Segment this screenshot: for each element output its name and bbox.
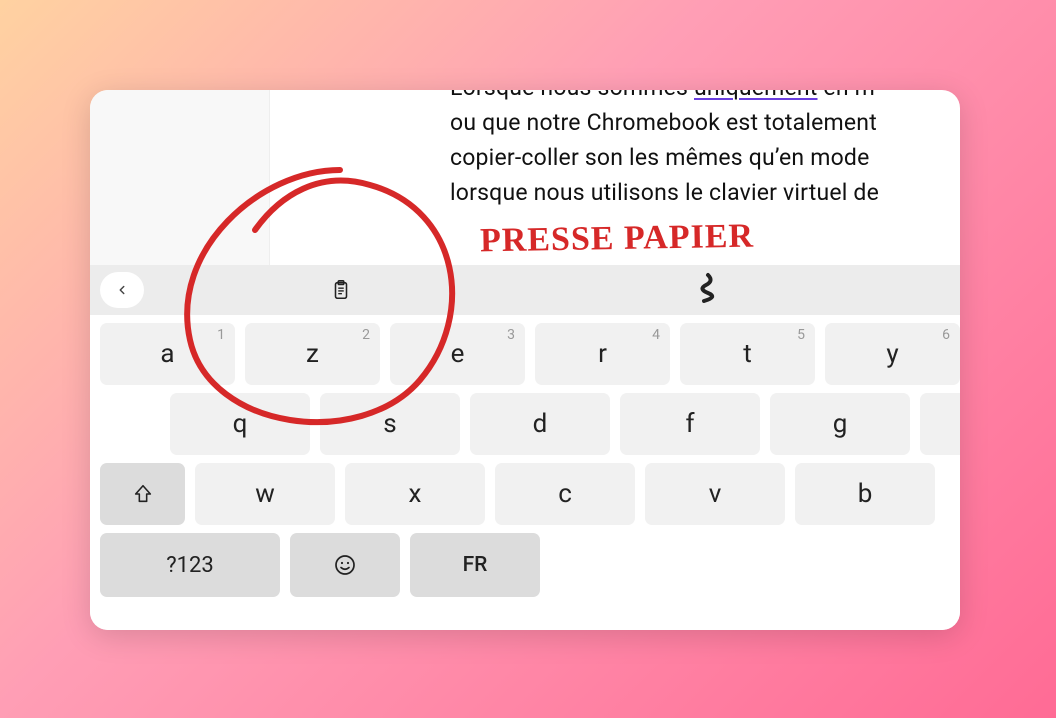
key-main: v — [709, 479, 722, 509]
key-main: x — [409, 479, 422, 509]
key-z[interactable]: z2 — [245, 323, 380, 385]
key-main: y — [886, 339, 898, 369]
doc-line-4: lorsque nous utilisons le clavier virtue… — [450, 175, 960, 210]
smile-icon — [333, 553, 357, 577]
key-secondary: 5 — [797, 327, 805, 343]
key-language[interactable]: FR — [410, 533, 540, 597]
doc-line-2: ou que notre Chromebook est totalement — [450, 105, 960, 140]
key-b[interactable]: b — [795, 463, 935, 525]
key-secondary: 3 — [507, 327, 515, 343]
doc-line1-post: en m — [818, 90, 875, 101]
key-main: b — [858, 479, 873, 509]
key-main: s — [383, 409, 396, 439]
key-x[interactable]: x — [345, 463, 485, 525]
key-main: c — [558, 479, 572, 509]
key-secondary: 6 — [942, 327, 950, 343]
key-main: e — [451, 339, 465, 369]
key-main: r — [598, 339, 607, 369]
key-secondary: 1 — [217, 327, 225, 343]
key-s[interactable]: s — [320, 393, 460, 455]
back-button[interactable] — [100, 272, 144, 308]
key-w[interactable]: w — [195, 463, 335, 525]
key-main: ?123 — [166, 553, 214, 578]
document-thumbnail-sidebar — [90, 90, 270, 265]
keyboard-row-1: a1 z2 e3 r4 t5 y6 — [90, 323, 960, 385]
key-v[interactable]: v — [645, 463, 785, 525]
shift-icon — [132, 483, 154, 505]
key-t[interactable]: t5 — [680, 323, 815, 385]
clipboard-button[interactable] — [319, 272, 363, 308]
key-g[interactable]: g — [770, 393, 910, 455]
key-main: w — [255, 479, 275, 509]
screenshot-card: Lorsque nous sommes uniquement en m ou q… — [90, 90, 960, 630]
key-main: d — [533, 409, 548, 439]
key-main: t — [743, 339, 752, 369]
annotation-label: PRESSE PAPIER — [480, 218, 755, 261]
key-r[interactable]: r4 — [535, 323, 670, 385]
doc-line-1: Lorsque nous sommes uniquement en m — [450, 90, 960, 105]
chevron-left-icon — [115, 283, 129, 297]
keyboard-suggestion-bar — [90, 265, 960, 315]
virtual-keyboard: a1 z2 e3 r4 t5 y6 q s d f g h w x c v b … — [90, 315, 960, 630]
key-e[interactable]: e3 — [390, 323, 525, 385]
doc-line1-link[interactable]: uniquement — [694, 90, 818, 101]
key-shift[interactable] — [100, 463, 185, 525]
key-secondary: 2 — [362, 327, 370, 343]
key-h[interactable]: h — [920, 393, 960, 455]
doc-line1-pre: Lorsque nous sommes — [450, 90, 694, 101]
key-main: z — [306, 339, 319, 369]
keyboard-row-3: w x c v b — [90, 463, 960, 525]
keyboard-row-4: ?123 FR — [90, 533, 960, 597]
key-main: q — [233, 409, 248, 439]
key-a[interactable]: a1 — [100, 323, 235, 385]
doc-line-3: copier-coller son les mêmes qu’en mode — [450, 140, 960, 175]
key-f[interactable]: f — [620, 393, 760, 455]
document-body-text: Lorsque nous sommes uniquement en m ou q… — [450, 90, 960, 210]
key-main: a — [160, 339, 174, 369]
clipboard-icon — [330, 279, 352, 301]
key-q[interactable]: q — [170, 393, 310, 455]
key-main: g — [833, 409, 848, 439]
key-secondary: 4 — [652, 327, 660, 343]
key-emoji[interactable] — [290, 533, 400, 597]
key-main: FR — [463, 553, 488, 577]
key-c[interactable]: c — [495, 463, 635, 525]
keyboard-row-2: q s d f g h — [90, 393, 960, 455]
key-d[interactable]: d — [470, 393, 610, 455]
key-main: f — [685, 409, 694, 439]
key-y[interactable]: y6 — [825, 323, 960, 385]
key-symbols[interactable]: ?123 — [100, 533, 280, 597]
